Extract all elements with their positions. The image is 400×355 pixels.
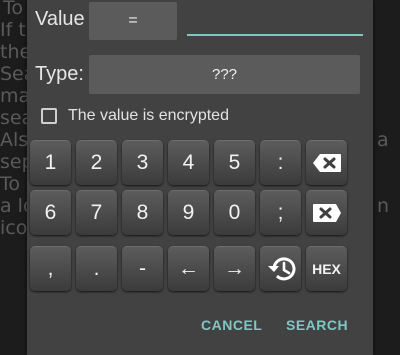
bg-line: To	[3, 0, 24, 19]
key-left-arrow[interactable]: ←	[168, 246, 209, 291]
key-8[interactable]: 8	[122, 190, 163, 235]
key-right-arrow[interactable]: →	[214, 246, 255, 291]
compare-operator-button[interactable]: =	[89, 2, 177, 40]
key-period[interactable]: .	[76, 246, 117, 291]
key-9[interactable]: 9	[168, 190, 209, 235]
bg-fragment: n	[377, 195, 390, 217]
bg-line: To	[0, 173, 21, 195]
backspace-key[interactable]	[306, 140, 347, 185]
bg-line: ico	[0, 217, 28, 239]
key-1[interactable]: 1	[30, 140, 71, 185]
key-minus[interactable]: -	[122, 246, 163, 291]
history-icon	[267, 257, 295, 281]
key-2[interactable]: 2	[76, 140, 117, 185]
value-label: Value	[35, 8, 85, 30]
search-button[interactable]: SEARCH	[286, 317, 348, 333]
key-colon[interactable]: :	[260, 140, 301, 185]
cancel-button[interactable]: CANCEL	[201, 317, 262, 333]
encrypted-checkbox[interactable]	[41, 108, 57, 124]
search-dialog: Value = Type: ??? The value is encrypted…	[27, 0, 373, 355]
key-6[interactable]: 6	[30, 190, 71, 235]
bg-line: Als	[0, 129, 29, 151]
encrypted-label: The value is encrypted	[68, 107, 229, 124]
clear-icon	[312, 204, 341, 222]
encrypted-option[interactable]: The value is encrypted	[41, 107, 229, 125]
type-label: Type:	[35, 63, 84, 85]
history-key[interactable]	[260, 246, 301, 291]
value-input[interactable]	[187, 2, 363, 36]
key-comma[interactable]: ,	[30, 246, 71, 291]
type-select[interactable]: ???	[89, 55, 360, 94]
backspace-icon	[312, 154, 341, 172]
key-5[interactable]: 5	[214, 140, 255, 185]
key-3[interactable]: 3	[122, 140, 163, 185]
key-0[interactable]: 0	[214, 190, 255, 235]
bg-fragment: a	[377, 129, 389, 151]
clear-key[interactable]	[306, 190, 347, 235]
bg-line: ma	[0, 85, 31, 107]
key-4[interactable]: 4	[168, 140, 209, 185]
hex-key[interactable]: HEX	[306, 246, 347, 291]
key-semicolon[interactable]: ;	[260, 190, 301, 235]
key-7[interactable]: 7	[76, 190, 117, 235]
